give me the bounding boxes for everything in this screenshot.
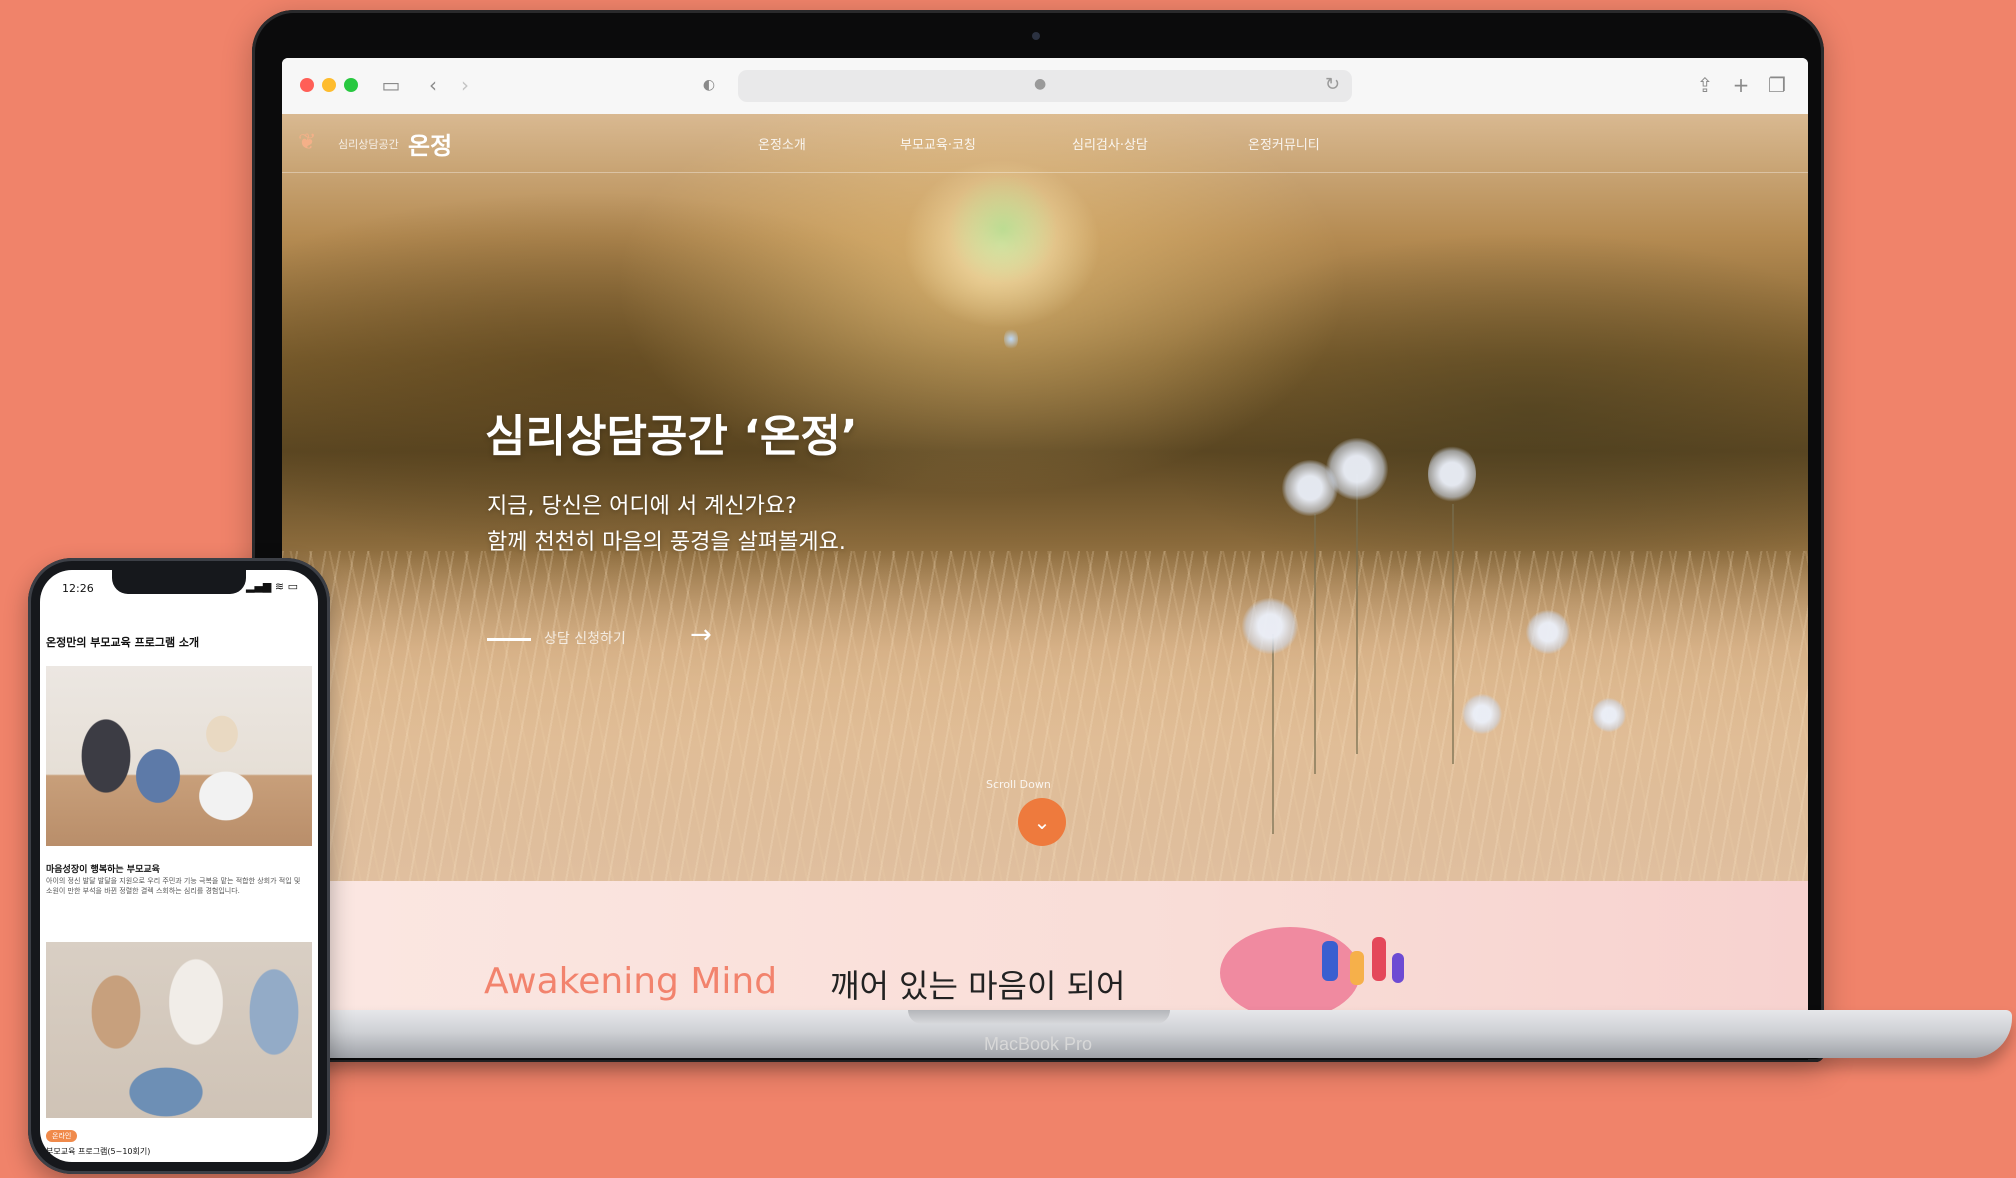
logo-subtitle[interactable]: 심리상담공간 [338,136,399,152]
flower [1592,698,1626,732]
privacy-icon[interactable]: ◐ [696,72,722,98]
illustration-figure [1372,937,1386,981]
zoom-window-button[interactable] [344,78,358,92]
chevron-down-icon: ⌄ [1033,810,1051,834]
phone-screen: 12:26 ▂▄▆ ≋ ▭ 온정만의 부모교육 프로그램 소개 마음성장이 행복… [40,570,318,1162]
laptop-model-label: MacBook Pro [983,1034,1093,1054]
back-icon[interactable]: ‹ [420,72,446,98]
family-photo[interactable] [46,666,312,846]
hero-title: 심리상담공간 ‘온정’ [485,411,858,462]
cta-label[interactable]: 상담 신청하기 [544,628,626,648]
nav-item-community[interactable]: 온정커뮤니티 [1248,134,1320,153]
flower [1428,444,1476,504]
logo-icon[interactable]: ❦ [298,130,328,156]
arrow-right-icon[interactable]: → [690,620,712,650]
browser-toolbar: ▭ ‹ › ◐ ● ↻ ⇪ + ❐ [282,58,1808,115]
phone-status-icons: ▂▄▆ ≋ ▭ [246,580,298,593]
lock-icon: ● [1034,76,1047,92]
lens-flare [948,174,1058,284]
tabs-icon[interactable]: ❐ [1764,72,1790,98]
mockup-stage: ▭ ‹ › ◐ ● ↻ ⇪ + ❐ ❦ 심리상담공간 온정 온정소개 부모교육·… [0,0,2016,1178]
site-header: ❦ 심리상담공간 온정 온정소개 부모교육·코칭 심리검사·상담 온정커뮤니티 [282,114,1808,173]
hero-line-2: 함께 천천히 마음의 풍경을 살펴볼게요. [487,530,846,555]
illustration-figure [1322,941,1338,981]
program-badge: 온라인 [46,1130,78,1142]
flower-stem [1314,514,1316,774]
flower-stem [1272,634,1274,834]
band-english-title: Awakening Mind [484,961,778,1002]
nav-item-counseling[interactable]: 심리검사·상담 [1072,134,1148,153]
phone-card-title[interactable]: 마음성장이 행복하는 부모교육 [46,862,160,875]
illustration-blob [1220,927,1360,1015]
phone-clock: 12:26 [62,582,94,595]
illustration-figure [1350,951,1364,985]
flower-stem [1356,474,1358,754]
phone-card-text: 아이의 정신 발달 발달을 지원으로 우리 주민과 기능 극복을 맡는 적합한 … [46,877,301,895]
band-korean-title: 깨어 있는 마음이 되어 [830,967,1126,1005]
share-icon[interactable]: ⇪ [1692,72,1718,98]
logo-name[interactable]: 온정 [408,126,452,161]
sidebar-icon[interactable]: ▭ [378,72,404,98]
phone-section-heading: 온정만의 부모교육 프로그램 소개 [46,636,200,649]
address-bar[interactable]: ● ↻ [738,70,1352,102]
new-tab-icon[interactable]: + [1728,72,1754,98]
reload-icon[interactable]: ↻ [1325,74,1340,95]
forward-icon[interactable]: › [452,72,478,98]
illustration-figure [1392,953,1404,983]
flower [1242,598,1298,654]
intro-band: Awakening Mind 깨어 있는 마음이 되어 [282,881,1808,1015]
nav-item-parent-education[interactable]: 부모교육·코칭 [900,134,976,153]
scroll-down-button[interactable]: ⌄ [1018,798,1066,846]
flower [1462,694,1502,734]
flower-stem [1452,504,1454,764]
nav-item-about[interactable]: 온정소개 [758,134,806,153]
laptop-hinge-notch [908,1010,1170,1024]
phone-notch [112,570,246,594]
hero-line-1: 지금, 당신은 어디에 서 계신가요? [487,494,797,519]
laptop-screen: ▭ ‹ › ◐ ● ↻ ⇪ + ❐ ❦ 심리상담공간 온정 온정소개 부모교육·… [282,58,1808,1015]
minimize-window-button[interactable] [322,78,336,92]
lens-glint [1004,328,1018,350]
phone-card2-title[interactable]: 부모교육 프로그램(5~10회기) [46,1146,150,1157]
flower [1526,610,1570,654]
counseling-photo[interactable] [46,942,312,1118]
close-window-button[interactable] [300,78,314,92]
cta-underline [487,638,531,641]
flower [1282,460,1338,516]
camera-icon [1032,32,1040,40]
scroll-down-label: Scroll Down [986,778,1051,791]
